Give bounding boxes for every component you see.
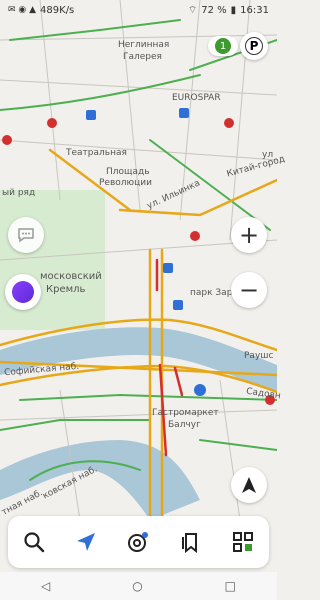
alice-assistant-button[interactable]: [5, 274, 41, 310]
services-grid-icon: [232, 532, 253, 552]
nearby-icon: [128, 532, 149, 552]
map-label-eurospar: EUROSPAR: [172, 93, 221, 103]
compass-arrow-icon: [242, 477, 256, 493]
map-label-revolyutsii: Революции: [99, 178, 152, 188]
map-label-kreml: Кремль: [46, 284, 86, 295]
home-icon[interactable]: ○: [132, 579, 142, 593]
map-graphic: [0, 0, 279, 522]
system-nav-bar: ◁ ○ □: [0, 572, 277, 600]
map-label-balchug: Балчуг: [168, 420, 201, 430]
navigator-button[interactable]: [66, 522, 106, 562]
zoom-out-button[interactable]: −: [231, 272, 267, 308]
map-label-park: парк Зар: [190, 288, 233, 298]
back-icon[interactable]: ◁: [41, 579, 50, 593]
search-button[interactable]: [14, 522, 54, 562]
search-icon: [24, 532, 45, 553]
status-left: ✉ ◉ ▲ 489K/s: [8, 5, 74, 16]
network-speed: 489K/s: [40, 4, 75, 16]
map-label-ploshchad: Площадь: [106, 167, 150, 177]
parking-button[interactable]: P: [240, 32, 268, 60]
bookmarks-icon: [181, 533, 197, 553]
bottom-toolbar: [8, 516, 269, 568]
map-label-galereya: Галерея: [123, 52, 162, 62]
traffic-score: 1: [215, 38, 231, 54]
clock: 16:31: [240, 4, 269, 16]
bookmarks-button[interactable]: [171, 522, 211, 562]
map-label-raush: Раушс: [244, 351, 274, 361]
nearby-button[interactable]: [118, 522, 158, 562]
navigation-arrow-icon: [77, 533, 96, 551]
map-label-teatralnaya: Театральная: [66, 148, 127, 158]
services-button[interactable]: [223, 522, 263, 562]
battery-icon: ▮: [230, 4, 237, 16]
parking-icon: P: [245, 37, 263, 55]
plus-icon: +: [238, 221, 260, 249]
chat-button[interactable]: [8, 217, 44, 253]
battery-level: 72 %: [201, 4, 227, 16]
map-label-row: ый ряд: [2, 188, 36, 198]
recents-icon[interactable]: □: [225, 579, 236, 593]
compass-button[interactable]: [231, 467, 267, 503]
status-right: ⌔ 72 % ▮ 16:31: [188, 4, 269, 17]
map-label-moskovsky: московский: [40, 271, 102, 282]
map-label-ul: ул: [262, 150, 274, 160]
map-label-neglinnaya: Неглинная: [118, 40, 170, 50]
alice-icon: [12, 281, 34, 303]
chat-icon: [18, 228, 34, 243]
notification-icon: ✉ ◉ ▲: [8, 5, 37, 15]
zoom-in-button[interactable]: +: [231, 217, 267, 253]
map-canvas[interactable]: Неглинная Галерея EUROSPAR Театральная П…: [0, 0, 286, 522]
traffic-score-badge[interactable]: 1: [208, 36, 238, 56]
wifi-icon: ⌔: [187, 4, 198, 16]
status-bar: ✉ ◉ ▲ 489K/s ⌔ 72 % ▮ 16:31: [0, 0, 277, 20]
minus-icon: −: [238, 276, 260, 304]
map-label-gastromarket: Гастромаркет: [152, 408, 219, 418]
